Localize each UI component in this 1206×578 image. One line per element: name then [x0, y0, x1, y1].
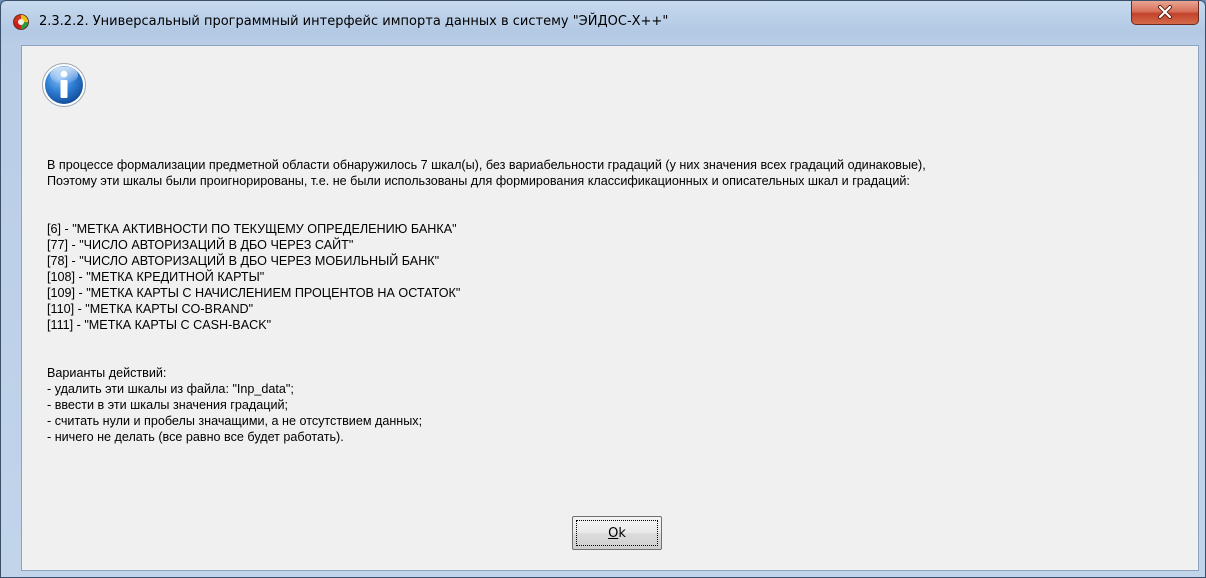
action-item: - считать нули и пробелы значащими, а не… [47, 414, 423, 428]
scale-item: [77] - "ЧИСЛО АВТОРИЗАЦИЙ В ДБО ЧЕРЕЗ СА… [47, 238, 354, 252]
scale-item: [6] - "МЕТКА АКТИВНОСТИ ПО ТЕКУЩЕМУ ОПРЕ… [47, 222, 457, 236]
information-icon [42, 63, 86, 107]
intro-line-1: В процессе формализации предметной облас… [47, 158, 926, 172]
action-item: - ничего не делать (все равно все будет … [47, 430, 344, 444]
ok-focus-rect: Ok [576, 520, 658, 546]
scale-item: [109] - "МЕТКА КАРТЫ С НАЧИСЛЕНИЕМ ПРОЦЕ… [47, 286, 461, 300]
close-button[interactable] [1131, 1, 1199, 25]
aidos-app-icon[interactable] [13, 14, 29, 30]
scale-item: [110] - "МЕТКА КАРТЫ CO-BRAND" [47, 302, 254, 316]
ok-label-rest: k [618, 525, 626, 541]
intro-line-2: Поэтому эти шкалы были проигнорированы, … [47, 174, 910, 188]
actions-heading: Варианты действий: [47, 366, 167, 380]
ok-accelerator: O [608, 525, 619, 541]
ok-button[interactable]: Ok [572, 516, 662, 550]
scale-item: [111] - "МЕТКА КАРТЫ С CASH-BACK" [47, 318, 272, 332]
dialog-client-area: В процессе формализации предметной облас… [21, 45, 1199, 571]
dialog-window: 2.3.2.2. Универсальный программный интер… [0, 0, 1206, 578]
ok-button-label: Ok [608, 526, 626, 541]
action-item: - удалить эти шкалы из файла: "Inp_data"… [47, 382, 294, 396]
title-bar[interactable]: 2.3.2.2. Универсальный программный интер… [1, 1, 1205, 45]
scale-item: [108] - "МЕТКА КРЕДИТНОЙ КАРТЫ" [47, 270, 265, 284]
action-item: - ввести в эти шкалы значения градаций; [47, 398, 289, 412]
window-title: 2.3.2.2. Универсальный программный интер… [39, 14, 669, 29]
close-x-icon [1158, 5, 1172, 19]
scale-item: [78] - "ЧИСЛО АВТОРИЗАЦИЙ В ДБО ЧЕРЕЗ МО… [47, 254, 440, 268]
